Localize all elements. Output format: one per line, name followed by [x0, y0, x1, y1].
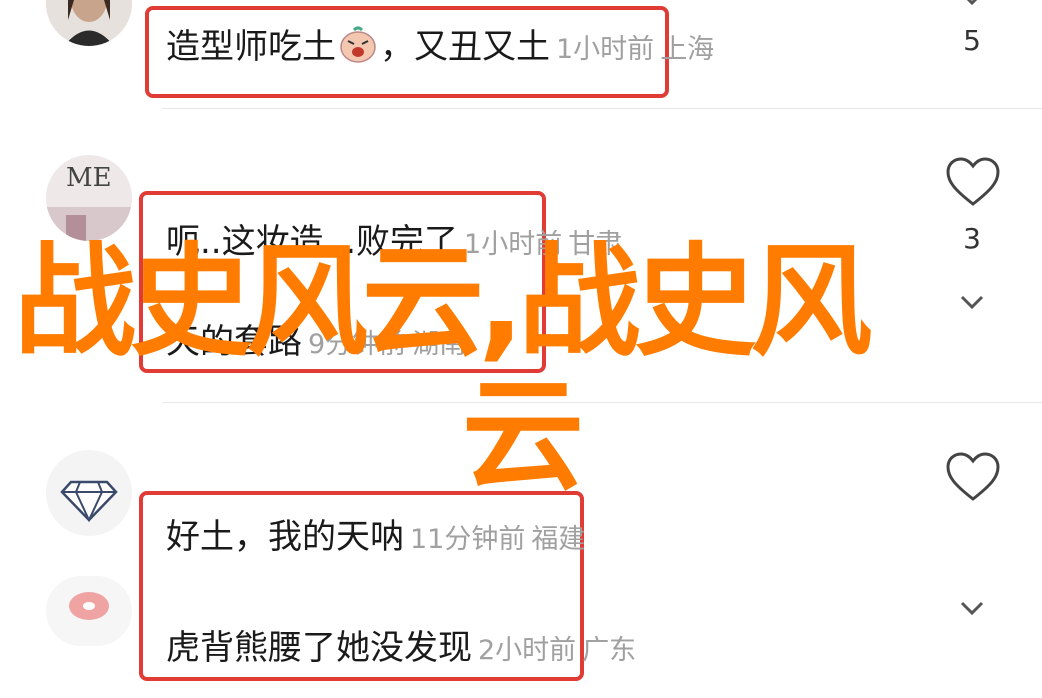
- chevron-down-icon[interactable]: [960, 288, 984, 318]
- comment-text: 造型师吃土 ，又丑又土 1小时前 上海: [166, 26, 715, 67]
- comment-location: 广东: [582, 635, 637, 666]
- watermark-overlay: 战史风云,战史风: [14, 231, 872, 373]
- like-count: 3: [963, 222, 981, 255]
- divider: [162, 402, 1042, 403]
- watermark-overlay: 云: [462, 365, 584, 507]
- chevron-down-icon[interactable]: [960, 0, 984, 14]
- divider: [162, 108, 1042, 109]
- avatar[interactable]: [46, 0, 132, 46]
- avatar[interactable]: ME: [46, 155, 132, 241]
- comment-time: 2小时前: [478, 635, 577, 666]
- like-count: 5: [963, 24, 981, 57]
- donut-icon: [69, 592, 109, 620]
- avatar[interactable]: [46, 450, 132, 536]
- comment-location: 上海: [660, 34, 715, 65]
- comment-location: 福建: [531, 524, 586, 555]
- diamond-icon: [60, 480, 118, 523]
- comment-time: 11分钟前: [410, 524, 526, 555]
- avatar[interactable]: [46, 576, 132, 646]
- comment-time: 1小时前: [556, 34, 655, 65]
- user-photo-icon: [46, 0, 132, 46]
- comment-text: 虎背熊腰了她没发现 2小时前 广东: [166, 628, 637, 668]
- heart-icon[interactable]: [945, 156, 1001, 212]
- crying-emoji-icon: [338, 26, 378, 64]
- heart-icon[interactable]: [945, 451, 1001, 507]
- chevron-down-icon[interactable]: [960, 594, 984, 624]
- avatar-label: ME: [66, 163, 112, 193]
- comment-text: 好土，我的天呐 11分钟前 福建: [166, 517, 586, 557]
